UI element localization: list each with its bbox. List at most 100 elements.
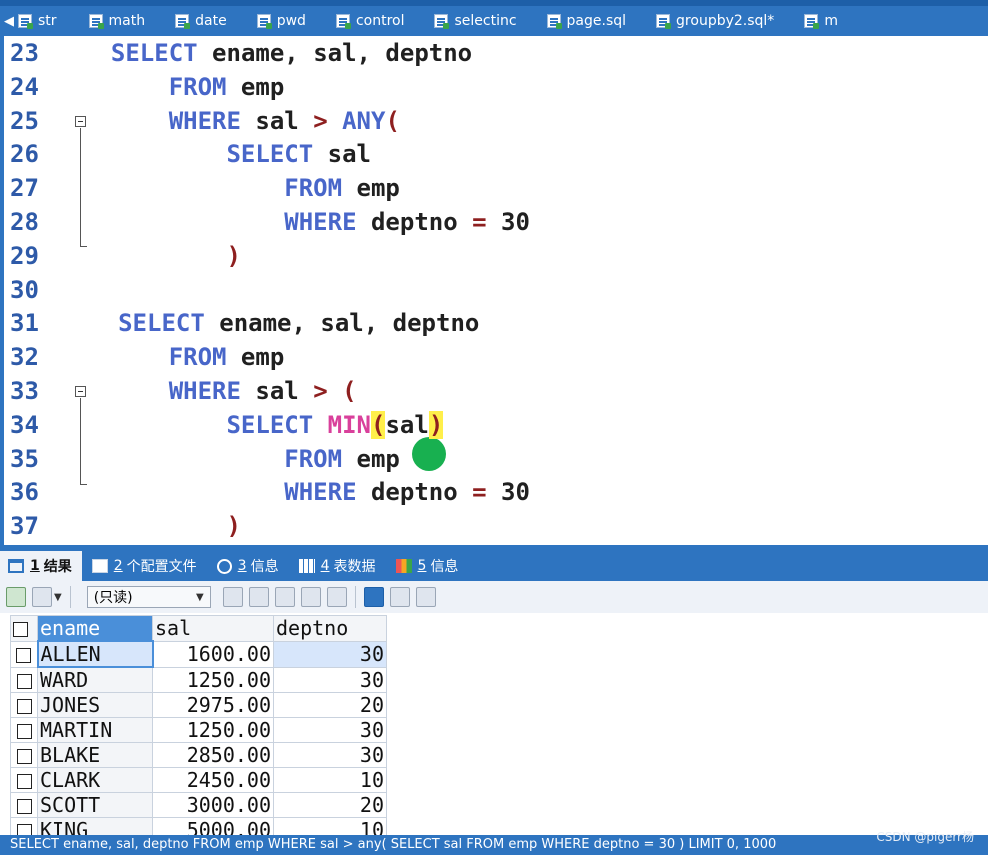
tab-str[interactable]: str bbox=[18, 13, 57, 29]
tab-scroll-left-icon[interactable]: ◀ bbox=[4, 14, 18, 29]
undo-icon[interactable] bbox=[326, 587, 347, 607]
cell-deptno[interactable]: 30 bbox=[273, 640, 387, 668]
code-line[interactable]: 34 SELECT MIN(sal) bbox=[10, 408, 980, 442]
table-row[interactable]: CLARK 2450.00 10 bbox=[10, 767, 387, 793]
row-checkbox-cell[interactable] bbox=[10, 666, 38, 693]
chevron-down-icon[interactable]: ▼ bbox=[54, 592, 62, 603]
cell-deptno[interactable]: 30 bbox=[273, 742, 387, 768]
refresh-icon[interactable] bbox=[6, 587, 26, 607]
tab-pwd[interactable]: pwd bbox=[256, 13, 306, 29]
code-line[interactable]: 24 FROM emp bbox=[10, 70, 980, 104]
row-checkbox-cell[interactable] bbox=[10, 692, 38, 718]
column-header-ename[interactable]: ename bbox=[37, 615, 153, 642]
checkbox[interactable] bbox=[16, 799, 32, 814]
cell-ename[interactable]: CLARK bbox=[37, 767, 153, 793]
tab-control[interactable]: control bbox=[335, 13, 404, 29]
table-row[interactable]: SCOTT 3000.00 20 bbox=[10, 792, 387, 818]
grid-view-icon[interactable] bbox=[363, 587, 384, 607]
tab-date[interactable]: date bbox=[175, 13, 227, 29]
column-header-deptno[interactable]: deptno bbox=[273, 615, 387, 642]
column-header-sal[interactable]: sal bbox=[152, 615, 274, 642]
code-line[interactable]: 32 FROM emp bbox=[10, 340, 980, 374]
code-line[interactable]: 35 FROM emp bbox=[10, 442, 980, 476]
cell-sal[interactable]: 1250.00 bbox=[152, 717, 274, 743]
sql-editor[interactable]: 23 SELECT ename, sal, deptno 24 FROM emp 25 W… bbox=[0, 36, 988, 545]
cell-deptno[interactable]: 10 bbox=[273, 817, 387, 835]
checkbox[interactable] bbox=[16, 648, 32, 663]
code-line[interactable]: 36 WHERE deptno = 30 bbox=[10, 475, 980, 509]
cell-ename[interactable]: WARD bbox=[37, 666, 153, 693]
checkbox[interactable] bbox=[16, 673, 32, 689]
code-line[interactable]: 26 SELECT sal bbox=[10, 137, 980, 171]
cell-sal[interactable]: 1600.00 bbox=[152, 640, 274, 668]
code-line[interactable]: 27 FROM emp bbox=[10, 171, 980, 205]
cell-deptno[interactable]: 30 bbox=[273, 717, 387, 743]
cell-deptno[interactable]: 20 bbox=[273, 792, 387, 818]
row-checkbox-cell[interactable] bbox=[10, 717, 38, 743]
code-line[interactable]: 29) bbox=[10, 239, 980, 273]
checkbox[interactable] bbox=[16, 824, 32, 835]
tab-number: 1 bbox=[30, 558, 40, 574]
select-value: (只读) bbox=[93, 590, 133, 606]
cell-sal[interactable]: 1250.00 bbox=[152, 666, 274, 693]
checkbox[interactable] bbox=[16, 724, 32, 739]
cell-ename[interactable]: JONES bbox=[37, 692, 153, 718]
checkbox[interactable] bbox=[16, 774, 32, 789]
row-checkbox-cell[interactable] bbox=[10, 640, 38, 668]
save-icon[interactable] bbox=[274, 587, 295, 607]
table-row[interactable]: BLAKE 2850.00 30 bbox=[10, 742, 387, 768]
cell-sal[interactable]: 5000.00 bbox=[152, 817, 274, 835]
checkbox[interactable] bbox=[16, 699, 32, 714]
row-checkbox-cell[interactable] bbox=[10, 817, 38, 835]
code-text: SELECT ename, sal, deptno bbox=[82, 39, 472, 67]
tab-m[interactable]: m bbox=[804, 13, 838, 29]
tab-selectinc[interactable]: selectinc bbox=[434, 13, 517, 29]
delete-icon[interactable] bbox=[300, 587, 321, 607]
table-row[interactable]: JONES 2975.00 20 bbox=[10, 692, 387, 718]
cell-sal[interactable]: 2975.00 bbox=[152, 692, 274, 718]
code-line[interactable]: 30 bbox=[10, 273, 980, 307]
cell-deptno[interactable]: 30 bbox=[273, 666, 387, 693]
readonly-mode-select[interactable]: (只读) ▼ bbox=[86, 586, 211, 608]
tab-groupby2-sql[interactable]: groupby2.sql* bbox=[656, 13, 774, 29]
cell-sal[interactable]: 2850.00 bbox=[152, 742, 274, 768]
checkbox[interactable] bbox=[16, 749, 32, 764]
code-line[interactable]: 31 SELECT ename, sal, deptno bbox=[10, 306, 980, 340]
code-line[interactable]: 23 SELECT ename, sal, deptno bbox=[10, 36, 980, 70]
checkbox[interactable] bbox=[13, 622, 28, 638]
row-checkbox-cell[interactable] bbox=[10, 742, 38, 768]
cell-deptno[interactable]: 20 bbox=[273, 692, 387, 718]
cell-ename[interactable]: MARTIN bbox=[37, 717, 153, 743]
tab-page-sql[interactable]: page.sql bbox=[546, 13, 626, 29]
tab-info[interactable]: 3 信息 bbox=[209, 551, 289, 581]
cell-ename[interactable]: BLAKE bbox=[37, 742, 153, 768]
cell-ename[interactable]: ALLEN bbox=[36, 640, 154, 668]
table-row[interactable]: KING 5000.00 10 bbox=[10, 817, 387, 835]
tab-math[interactable]: math bbox=[88, 13, 145, 29]
cell-sal[interactable]: 2450.00 bbox=[152, 767, 274, 793]
cell-sal[interactable]: 3000.00 bbox=[152, 792, 274, 818]
cell-ename[interactable]: KING bbox=[37, 817, 153, 835]
tab-table-data[interactable]: 4 表数据 bbox=[291, 551, 386, 581]
form-view-icon[interactable] bbox=[389, 587, 410, 607]
code-line[interactable]: 28 WHERE deptno = 30 bbox=[10, 205, 980, 239]
row-checkbox-cell[interactable] bbox=[10, 767, 38, 793]
duplicate-row-icon[interactable] bbox=[248, 587, 269, 607]
cell-ename[interactable]: SCOTT bbox=[37, 792, 153, 818]
tab-info-2[interactable]: 5 信息 bbox=[388, 551, 469, 581]
select-all-checkbox-cell[interactable] bbox=[10, 615, 38, 642]
insert-row-icon[interactable] bbox=[222, 587, 243, 607]
toolbar-divider bbox=[354, 586, 356, 608]
code-line[interactable]: 33 WHERE sal > ( bbox=[10, 374, 980, 408]
tab-results[interactable]: 1 结果 bbox=[0, 551, 82, 581]
code-line[interactable]: 37) bbox=[10, 509, 980, 543]
table-row[interactable]: WARD 1250.00 30 bbox=[10, 666, 387, 693]
table-row[interactable]: ALLEN 1600.00 30 bbox=[10, 640, 387, 668]
cell-deptno[interactable]: 10 bbox=[273, 767, 387, 793]
table-row[interactable]: MARTIN 1250.00 30 bbox=[10, 717, 387, 743]
export-icon[interactable] bbox=[32, 587, 52, 607]
text-view-icon[interactable] bbox=[415, 587, 436, 607]
tab-profiles[interactable]: 2 个配置文件 bbox=[84, 551, 207, 581]
code-line[interactable]: 25 WHERE sal > ANY( bbox=[10, 104, 980, 138]
row-checkbox-cell[interactable] bbox=[10, 792, 38, 818]
